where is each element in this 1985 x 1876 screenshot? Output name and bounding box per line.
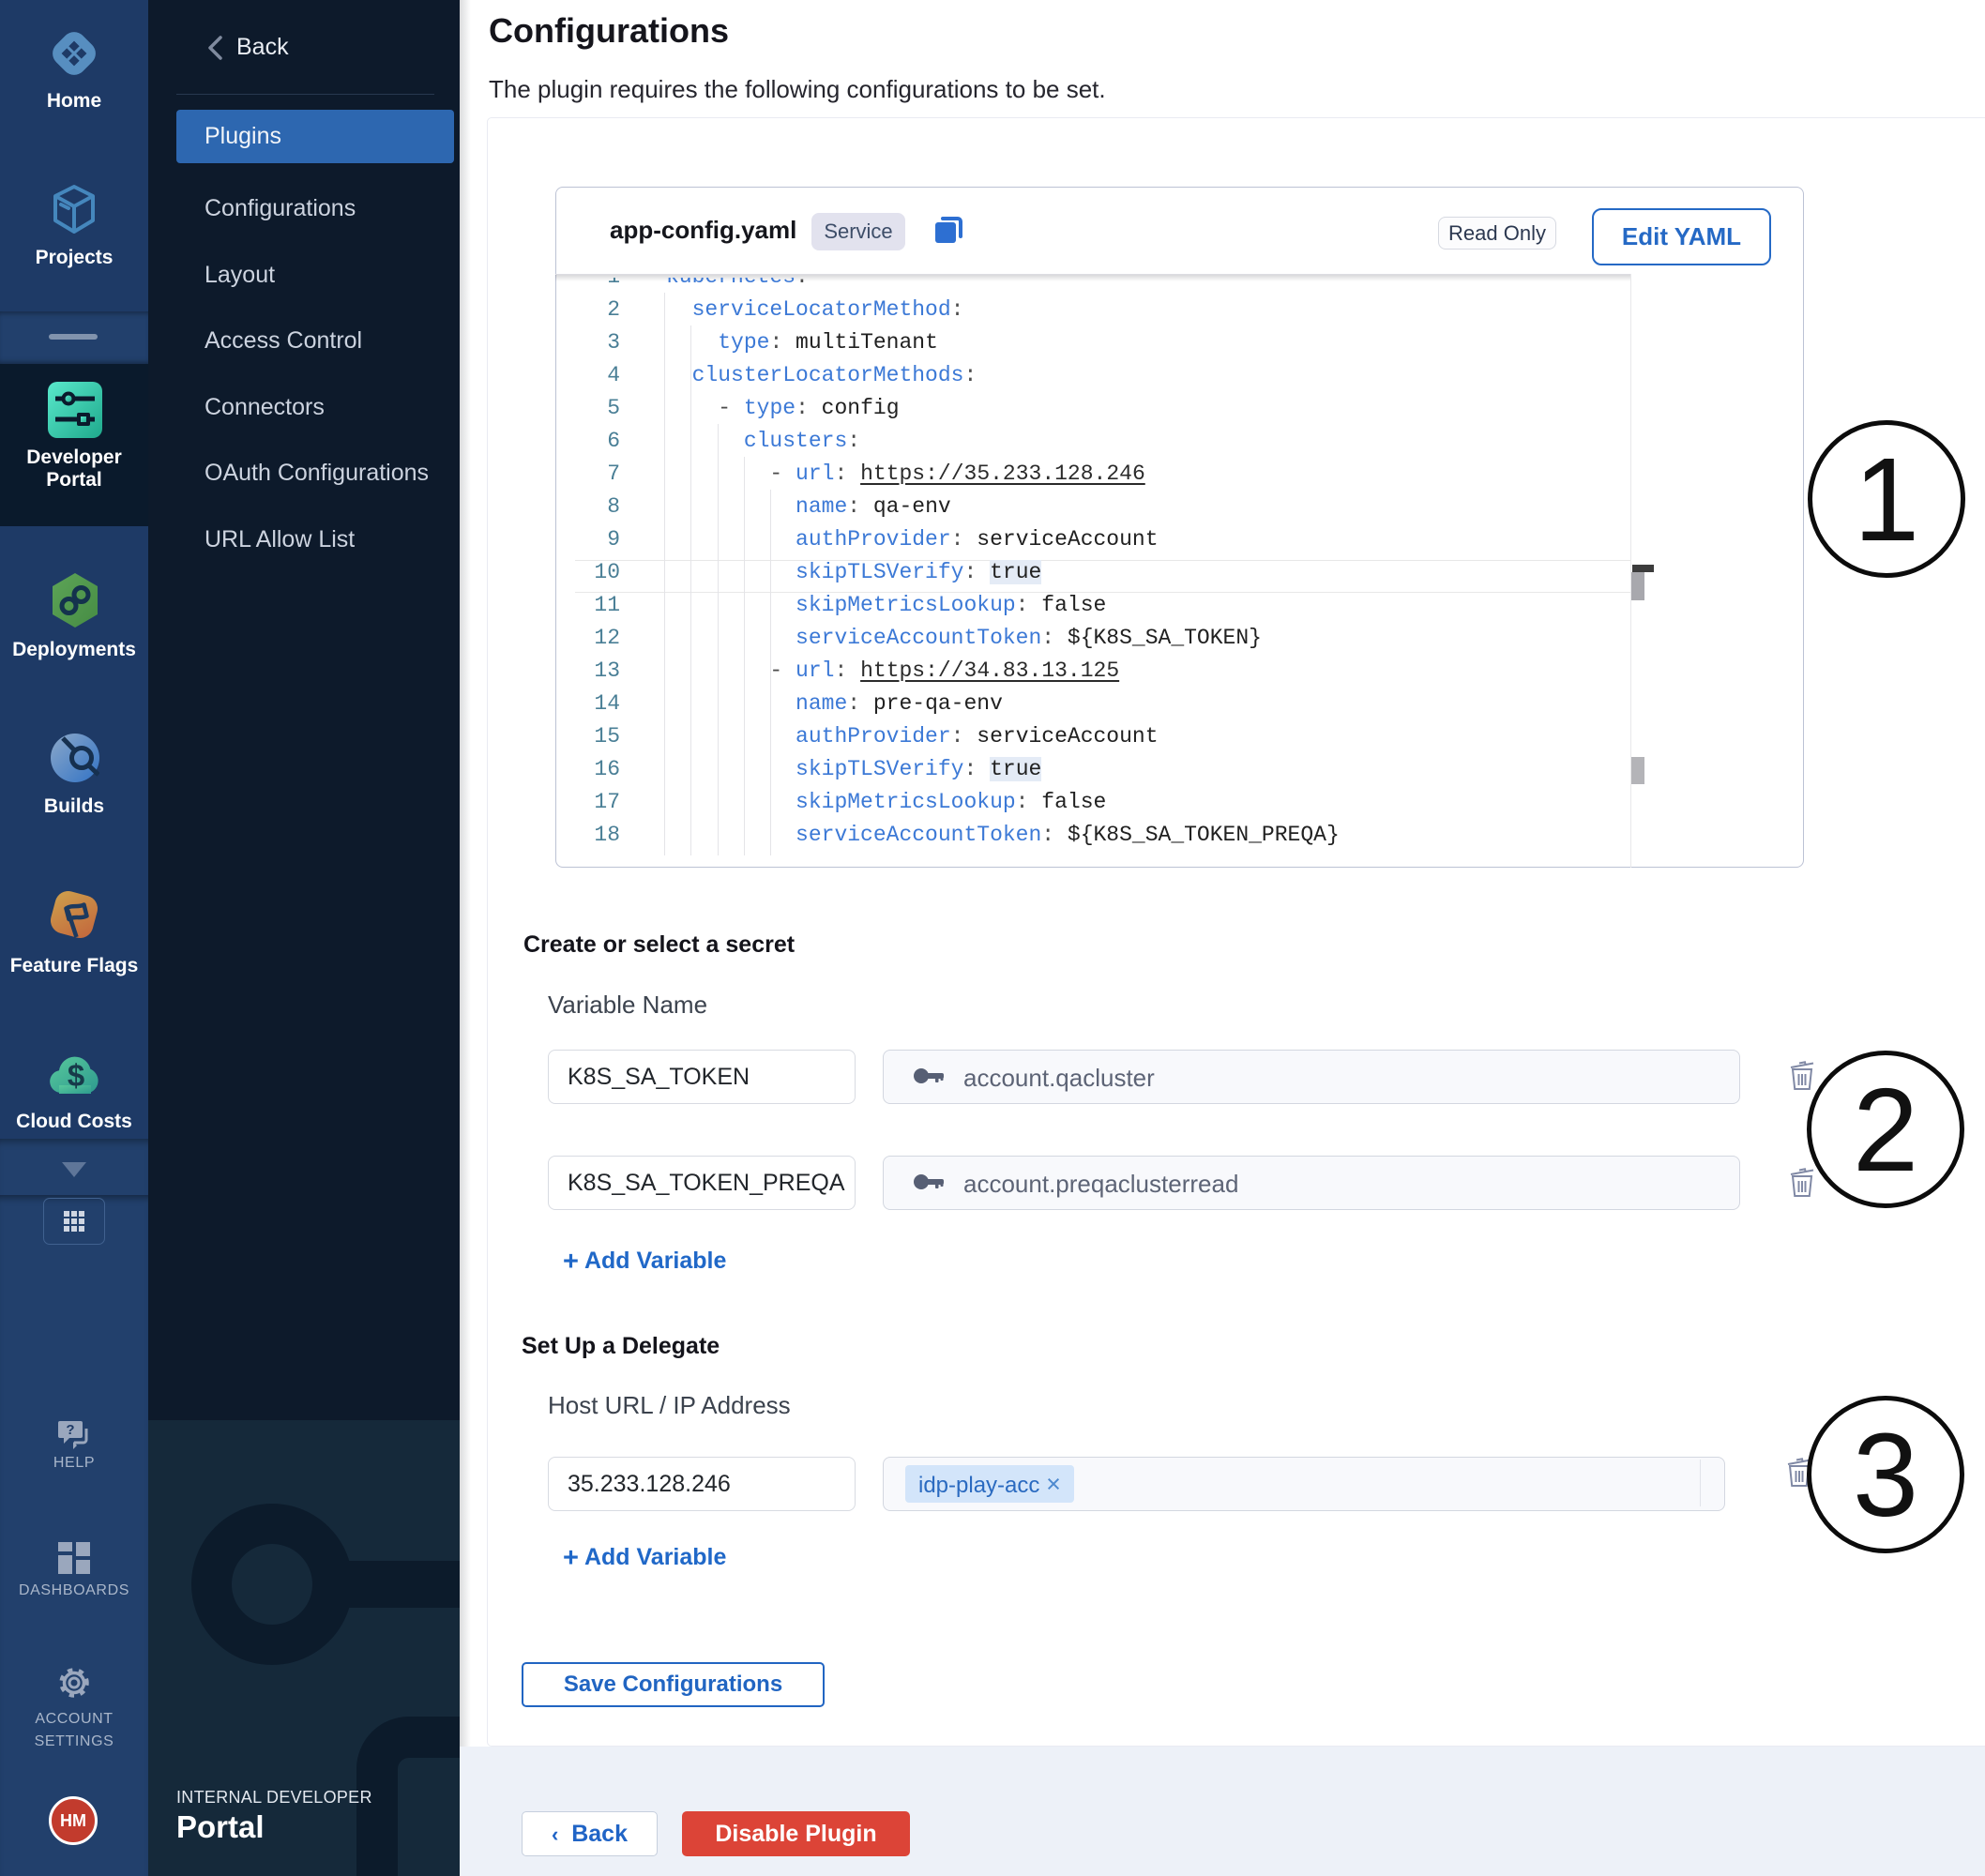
svg-text:$: $ xyxy=(68,1058,84,1093)
svg-text:?: ? xyxy=(66,1422,74,1438)
